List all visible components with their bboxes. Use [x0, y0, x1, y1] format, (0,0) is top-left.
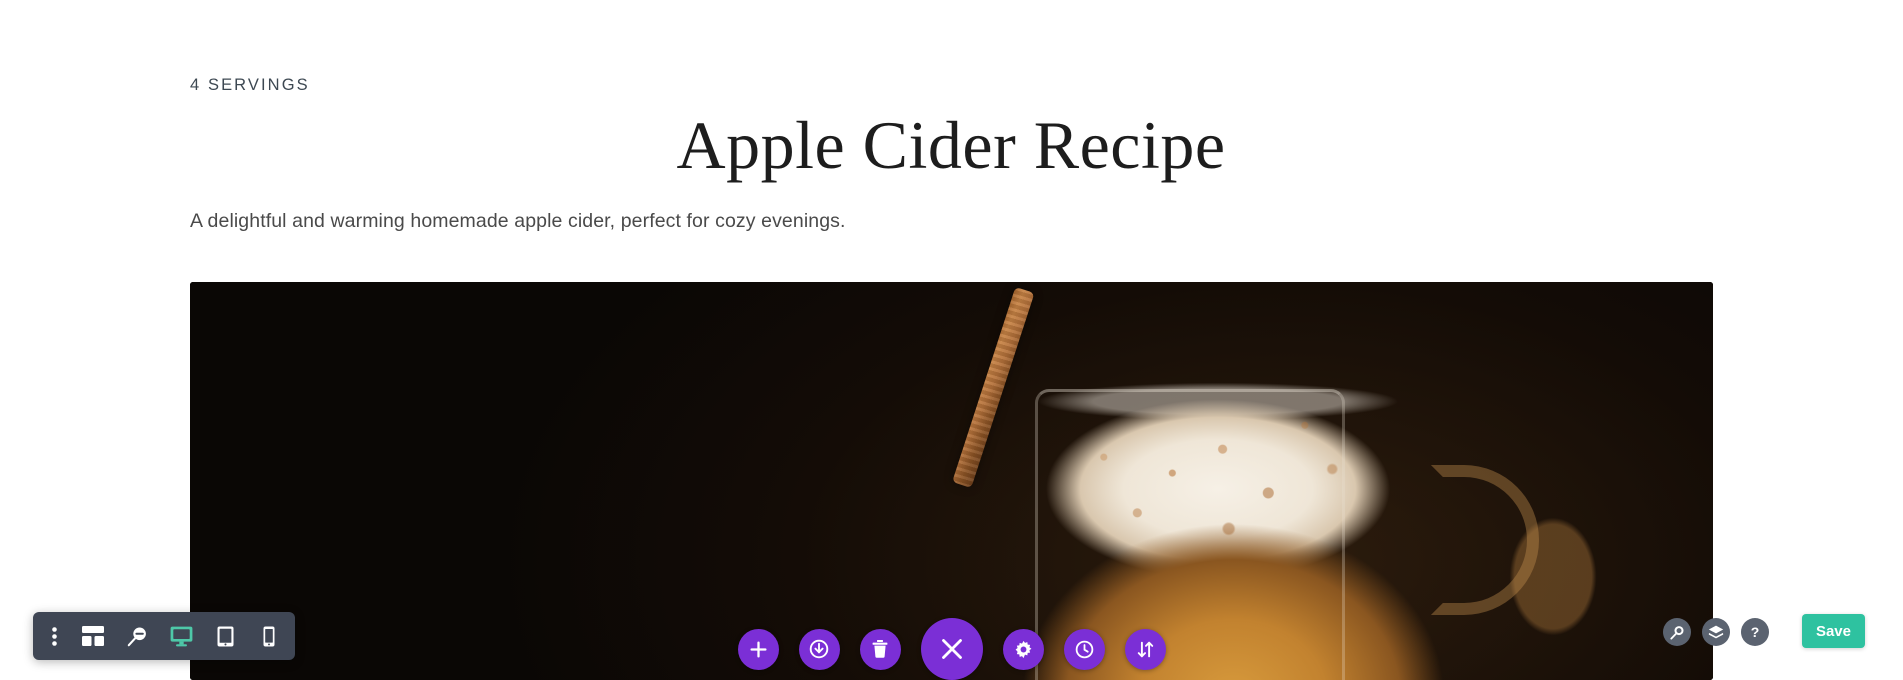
tablet-icon[interactable] — [203, 614, 247, 658]
page-title: Apple Cider Recipe — [676, 107, 1226, 183]
magnifier-icon[interactable] — [1663, 618, 1691, 646]
builder-utility-bar[interactable]: ? — [1663, 618, 1769, 646]
delete-button[interactable] — [859, 628, 901, 670]
desktop-icon[interactable] — [159, 614, 203, 658]
zoom-out-icon[interactable] — [115, 614, 159, 658]
mobile-icon[interactable] — [247, 614, 291, 658]
add-module-button[interactable] — [737, 628, 779, 670]
save-button[interactable]: Save — [1801, 614, 1865, 648]
wireframe-icon[interactable] — [71, 614, 115, 658]
save-to-library-button[interactable] — [798, 628, 840, 670]
reorder-button[interactable] — [1124, 628, 1166, 670]
servings-label: 4 SERVINGS — [190, 76, 310, 94]
device-preview-toolbar[interactable] — [33, 612, 295, 660]
drag-handle-icon[interactable] — [37, 614, 71, 658]
recipe-description: A delightful and warming homemade apple … — [190, 210, 846, 232]
layers-icon[interactable] — [1702, 618, 1730, 646]
question-mark-icon[interactable]: ? — [1741, 618, 1769, 646]
history-button[interactable] — [1063, 628, 1105, 670]
builder-preview-page: 4 SERVINGS Apple Cider Recipe A delightf… — [0, 0, 1903, 680]
close-builder-button[interactable] — [920, 618, 983, 680]
settings-button[interactable] — [1002, 628, 1044, 670]
builder-action-bar[interactable] — [737, 618, 1166, 680]
